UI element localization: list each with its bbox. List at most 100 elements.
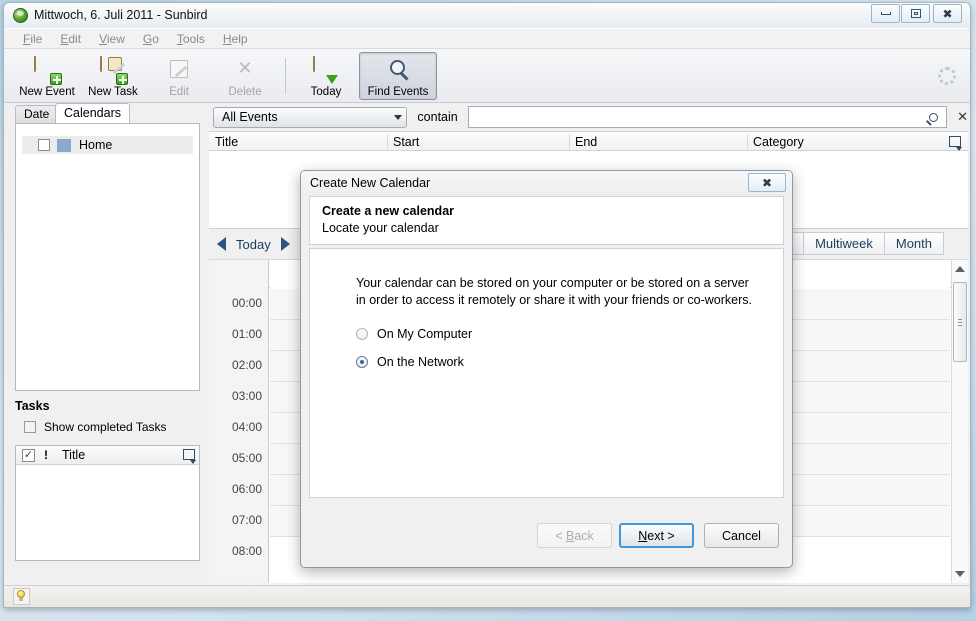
status-bar <box>4 585 970 607</box>
time-label-0100: 01:00 <box>231 327 262 341</box>
minimize-icon <box>880 12 891 15</box>
new-event-icon <box>34 55 62 85</box>
column-picker-icon[interactable] <box>183 449 196 464</box>
contain-label: contain <box>417 110 458 124</box>
next-button-label: Next > <box>638 528 675 543</box>
edit-button: Edit <box>146 52 212 100</box>
calendar-color-swatch <box>57 138 71 152</box>
show-completed-tasks-label: Show completed Tasks <box>44 420 167 434</box>
edit-label: Edit <box>169 85 189 98</box>
show-completed-tasks-row[interactable]: Show completed Tasks <box>15 420 200 434</box>
sidebar-tab-calendars[interactable]: Calendars <box>55 103 130 123</box>
radio-on-my-computer-label: On My Computer <box>377 327 473 341</box>
delete-button: ✕ Delete <box>212 52 278 100</box>
sidebar-tab-date[interactable]: Date <box>15 105 59 123</box>
show-completed-tasks-checkbox[interactable] <box>24 421 36 433</box>
title-bar: Mittwoch, 6. Juli 2011 - Sunbird ✖ <box>4 3 970 29</box>
menu-go[interactable]: Go <box>134 30 168 48</box>
time-label-0800: 08:00 <box>231 544 262 558</box>
time-label-0500: 05:00 <box>231 451 262 465</box>
column-header-category[interactable]: Category <box>753 135 804 149</box>
scroll-down-icon[interactable] <box>952 566 968 582</box>
dialog-body-line-1: Your calendar can be stored on your comp… <box>356 276 749 290</box>
view-tab-multiweek[interactable]: Multiweek <box>803 232 884 255</box>
scrollbar-thumb[interactable] <box>953 282 967 362</box>
close-search-icon[interactable]: ✕ <box>957 110 968 125</box>
column-header-end[interactable]: End <box>575 135 597 149</box>
previous-day-icon[interactable] <box>217 237 226 251</box>
go-to-today-button[interactable]: Today <box>236 237 271 252</box>
edit-icon <box>166 57 192 83</box>
list-column-picker-icon[interactable] <box>949 136 962 151</box>
column-header-title[interactable]: Title <box>215 135 238 149</box>
time-gutter: 00:00 01:00 02:00 03:00 04:00 05:00 06:0… <box>209 260 269 583</box>
next-button[interactable]: Next > <box>619 523 694 548</box>
cancel-button[interactable]: Cancel <box>704 523 779 548</box>
menu-view[interactable]: View <box>90 30 134 48</box>
radio-on-my-computer-icon[interactable] <box>356 328 368 340</box>
sidebar: Date Calendars Home Tasks Show completed… <box>13 103 203 583</box>
calendar-list[interactable]: Home <box>15 123 200 391</box>
search-bar: All Events contain ✕ <box>209 103 968 131</box>
dialog-title-bar: Create New Calendar ✖ <box>301 171 792 196</box>
close-icon: ✖ <box>942 6 953 21</box>
time-label-0600: 06:00 <box>231 482 262 496</box>
search-input[interactable] <box>467 106 948 128</box>
time-label-0400: 04:00 <box>231 420 262 434</box>
view-tab-month[interactable]: Month <box>883 232 944 255</box>
dialog-subheading: Locate your calendar <box>322 221 439 235</box>
today-label: Today <box>310 85 342 98</box>
menu-edit[interactable]: Edit <box>51 30 90 48</box>
back-button: < Back <box>537 523 612 548</box>
tasks-title-column[interactable]: Title <box>62 448 85 462</box>
time-label-0300: 03:00 <box>231 389 262 403</box>
throbber-icon <box>938 67 956 85</box>
tasks-done-column-checkbox[interactable]: ✓ <box>22 448 35 462</box>
close-button[interactable]: ✖ <box>933 4 962 23</box>
dialog-close-button[interactable]: ✖ <box>748 173 786 192</box>
radio-option-on-the-network[interactable]: On the Network <box>356 355 783 369</box>
find-events-button[interactable]: Find Events <box>359 51 437 100</box>
column-header-start[interactable]: Start <box>393 135 419 149</box>
dialog-footer: < Back Next > Cancel <box>310 518 783 558</box>
tasks-section-header: Tasks Show completed Tasks <box>15 399 200 434</box>
sidebar-tab-calendars-label: Calendars <box>64 106 121 120</box>
event-filter-dropdown[interactable]: All Events <box>213 106 408 128</box>
dialog-content: Your calendar can be stored on your comp… <box>309 248 784 498</box>
search-icon <box>385 57 411 83</box>
toolbar-separator <box>285 57 286 94</box>
date-navigation: Today <box>217 237 290 252</box>
calendar-checkbox[interactable] <box>38 139 50 151</box>
dialog-close-icon: ✖ <box>761 175 773 190</box>
search-magnifier-icon[interactable] <box>929 112 939 122</box>
sidebar-tab-date-label: Date <box>24 107 50 121</box>
calendar-list-item[interactable]: Home <box>22 136 193 154</box>
tasks-title: Tasks <box>15 399 50 413</box>
today-button[interactable]: Today <box>293 52 359 100</box>
chevron-down-icon <box>394 114 403 120</box>
dialog-body-line-2: in order to access it remotely or share … <box>356 293 752 307</box>
dialog-title: Create New Calendar <box>310 176 431 190</box>
next-day-icon[interactable] <box>280 237 290 251</box>
menu-help[interactable]: Help <box>214 30 257 48</box>
minimize-button[interactable] <box>871 4 900 23</box>
sidebar-tabs: Date Calendars <box>13 103 203 123</box>
new-event-button[interactable]: New Event <box>14 52 80 100</box>
maximize-button[interactable] <box>901 4 930 23</box>
tasks-priority-column[interactable]: ! <box>44 448 48 462</box>
menu-bar: FFileile Edit View Go Tools Help <box>4 29 970 49</box>
window-title: Mittwoch, 6. Juli 2011 - Sunbird <box>34 8 208 22</box>
calendar-name: Home <box>79 138 113 152</box>
radio-on-the-network-icon[interactable] <box>356 356 368 368</box>
radio-option-on-my-computer[interactable]: On My Computer <box>356 327 783 341</box>
main-toolbar: New Event New Task Edit ✕ Delete Today F… <box>4 49 970 103</box>
new-task-label: New Task <box>88 85 138 98</box>
menu-tools[interactable]: Tools <box>168 30 214 48</box>
scroll-up-icon[interactable] <box>952 261 968 277</box>
vertical-scrollbar[interactable] <box>951 260 968 583</box>
sunbird-app-icon <box>13 8 28 23</box>
new-event-label: New Event <box>19 85 75 98</box>
menu-file[interactable]: FFileile <box>14 30 51 48</box>
tasks-table[interactable]: ✓ ! Title <box>15 445 200 561</box>
new-task-button[interactable]: New Task <box>80 52 146 100</box>
